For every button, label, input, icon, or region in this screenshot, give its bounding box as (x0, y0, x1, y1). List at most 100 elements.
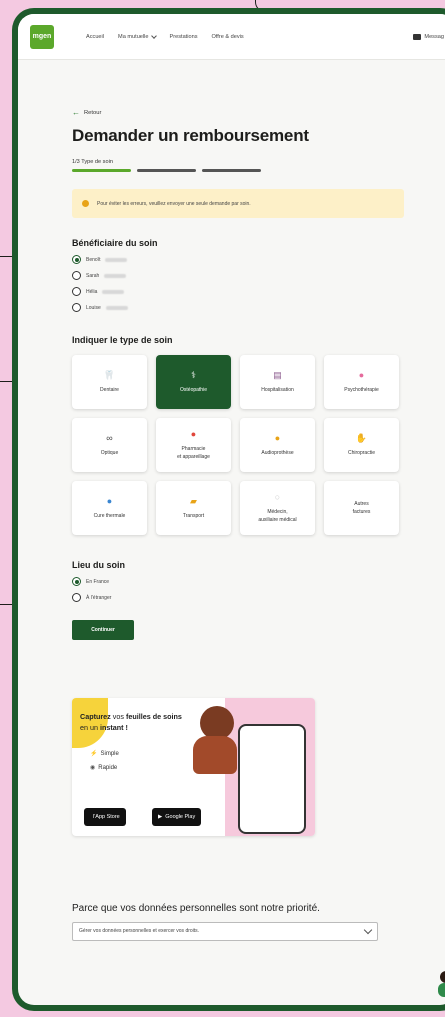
care-tile-autres[interactable]: Autres factures (324, 481, 399, 535)
step-bar-2 (137, 169, 196, 172)
care-tile-pharmacie[interactable]: ● Pharmacie et appareillage (156, 418, 231, 472)
nav-item-accueil[interactable]: Accueil (86, 34, 104, 40)
radio-button[interactable] (72, 593, 81, 602)
beneficiary-name: Louise (86, 304, 101, 311)
feature-label: Rapide (98, 764, 118, 771)
beneficiary-name: Hélia (86, 288, 98, 295)
care-type-grid: 🦷 Dentaire ⚕ Ostéopathie ▤ Hospitalisation … (72, 355, 402, 535)
care-type-heading: Indiquer le type de soin (72, 335, 173, 345)
car-icon: ▰ (190, 495, 197, 506)
beneficiary-option[interactable]: Benoît (72, 255, 402, 264)
water-drop-icon: ● (106, 495, 113, 506)
care-tile-medecin[interactable]: ○ Médecin, auxiliaire médical (240, 481, 315, 535)
app-screen: mgen Accueil Ma mutuelle Prestations Off… (18, 14, 445, 1005)
step-bar-1 (72, 169, 131, 172)
location-label: À l'étranger (86, 594, 112, 601)
tile-label: Autres factures (352, 501, 371, 515)
care-tile-osteopathie[interactable]: ⚕ Ostéopathie (156, 355, 231, 409)
back-link[interactable]: ← Retour (72, 108, 402, 117)
promo-title-text: Capturez (80, 712, 111, 721)
tile-label: Optique (100, 449, 119, 456)
chevron-down-icon (150, 32, 157, 39)
beneficiary-option[interactable]: Hélia (72, 287, 402, 296)
tile-label: Chiropractie (348, 449, 375, 456)
location-radio-group: En France À l'étranger (72, 577, 402, 602)
beneficiary-heading: Bénéficiaire du soin (72, 238, 158, 248)
nav-item-prestations[interactable]: Prestations (170, 34, 198, 40)
redacted-surname (102, 289, 125, 294)
feature-label: Simple (100, 750, 119, 757)
care-tile-transport[interactable]: ▰ Transport (156, 481, 231, 535)
radio-button[interactable] (72, 287, 81, 296)
location-option[interactable]: En France (72, 577, 402, 586)
location-option[interactable]: À l'étranger (72, 593, 402, 602)
radio-button[interactable] (72, 303, 81, 312)
mgen-logo[interactable]: mgen (30, 24, 54, 49)
page-title: Demander un remboursement (72, 126, 309, 145)
promo-title-text: feuilles de soins (125, 712, 182, 721)
tile-label: Ostéopathie (180, 386, 207, 393)
tile-label: Dentaire (100, 386, 119, 393)
care-tile-cure-thermale[interactable]: ● Cure thermale (72, 481, 147, 535)
step-bar-3 (202, 169, 261, 172)
warning-icon (82, 200, 89, 207)
promo-banner: Capturez vos feuilles de soins en un ins… (72, 698, 315, 836)
care-tile-chiropractie[interactable]: ✋ Chiropractie (324, 418, 399, 472)
device-frame: mgen Accueil Ma mutuelle Prestations Off… (12, 8, 445, 1011)
continue-button[interactable]: Continuer (72, 620, 134, 640)
hospital-icon: ▤ (273, 369, 282, 380)
gauge-icon: ◉ (90, 765, 96, 771)
radio-button[interactable] (72, 255, 81, 264)
care-tile-hospitalisation[interactable]: ▤ Hospitalisation (240, 355, 315, 409)
tooth-icon: 🦷 (103, 369, 116, 380)
google-play-badge[interactable]: ▶ Google Play (152, 808, 202, 826)
arrow-left-icon: ← (72, 108, 80, 117)
nav-item-offre-devis[interactable]: Offre & devis (212, 34, 244, 40)
care-tile-psychotherapie[interactable]: ● Psychothérapie (324, 355, 399, 409)
care-tile-optique[interactable]: ∞ Optique (72, 418, 147, 472)
beneficiary-name: Sarah (86, 272, 100, 279)
radio-button[interactable] (72, 271, 81, 280)
person-illustration (193, 736, 237, 774)
alert-text: Pour éviter les erreurs, veuillez envoye… (97, 200, 251, 207)
messages-link[interactable]: Messag (413, 33, 444, 40)
tile-label: Pharmacie et appareillage (177, 445, 210, 460)
nav-item-ma-mutuelle[interactable]: Ma mutuelle (118, 32, 157, 40)
tile-label: Hospitalisation (261, 386, 294, 393)
beneficiary-option[interactable]: Sarah (72, 271, 402, 280)
care-tile-dentaire[interactable]: 🦷 Dentaire (72, 355, 147, 409)
brain-icon: ● (358, 369, 365, 380)
promo-feature: ⚡ Simple (90, 750, 119, 758)
osteopathy-icon: ⚕ (191, 369, 196, 380)
privacy-select-label: Gérer vos données personnelles et exerce… (79, 928, 200, 934)
app-store-badge[interactable]: l'App Store (84, 808, 126, 826)
tile-label: Médecin, auxiliaire médical (258, 508, 297, 523)
redacted-surname (105, 257, 128, 262)
glasses-icon: ∞ (106, 432, 113, 443)
tile-label: Cure thermale (93, 512, 126, 519)
person-illustration (438, 971, 445, 997)
location-heading: Lieu du soin (72, 560, 125, 570)
redacted-surname (105, 305, 128, 310)
tile-label: Audioprothèse (261, 449, 294, 456)
hand-icon: ✋ (355, 432, 368, 443)
nav-item-label: Ma mutuelle (118, 33, 149, 40)
promo-title-text: vos (110, 712, 126, 721)
promo-feature: ◉ Rapide (90, 764, 118, 772)
privacy-heading: Parce que vos données personnelles sont … (72, 903, 320, 914)
phone-illustration (238, 724, 306, 834)
beneficiary-option[interactable]: Louise (72, 303, 402, 312)
messages-label: Messag (424, 33, 444, 40)
play-icon: ▶ (158, 814, 163, 820)
tile-label: Psychothérapie (344, 386, 379, 393)
radio-button[interactable] (72, 577, 81, 586)
top-nav: mgen Accueil Ma mutuelle Prestations Off… (18, 14, 445, 60)
promo-title-text: instant ! (99, 722, 128, 732)
step-progress (72, 169, 402, 172)
chevron-down-icon (363, 925, 373, 935)
main-nav: Accueil Ma mutuelle Prestations Offre & … (86, 32, 244, 40)
location-label: En France (86, 578, 110, 585)
privacy-select[interactable]: Gérer vos données personnelles et exerce… (72, 921, 378, 941)
care-tile-audioprothese[interactable]: ● Audioprothèse (240, 418, 315, 472)
main-content: ← Retour Demander un remboursement 1/3 T… (18, 108, 445, 941)
